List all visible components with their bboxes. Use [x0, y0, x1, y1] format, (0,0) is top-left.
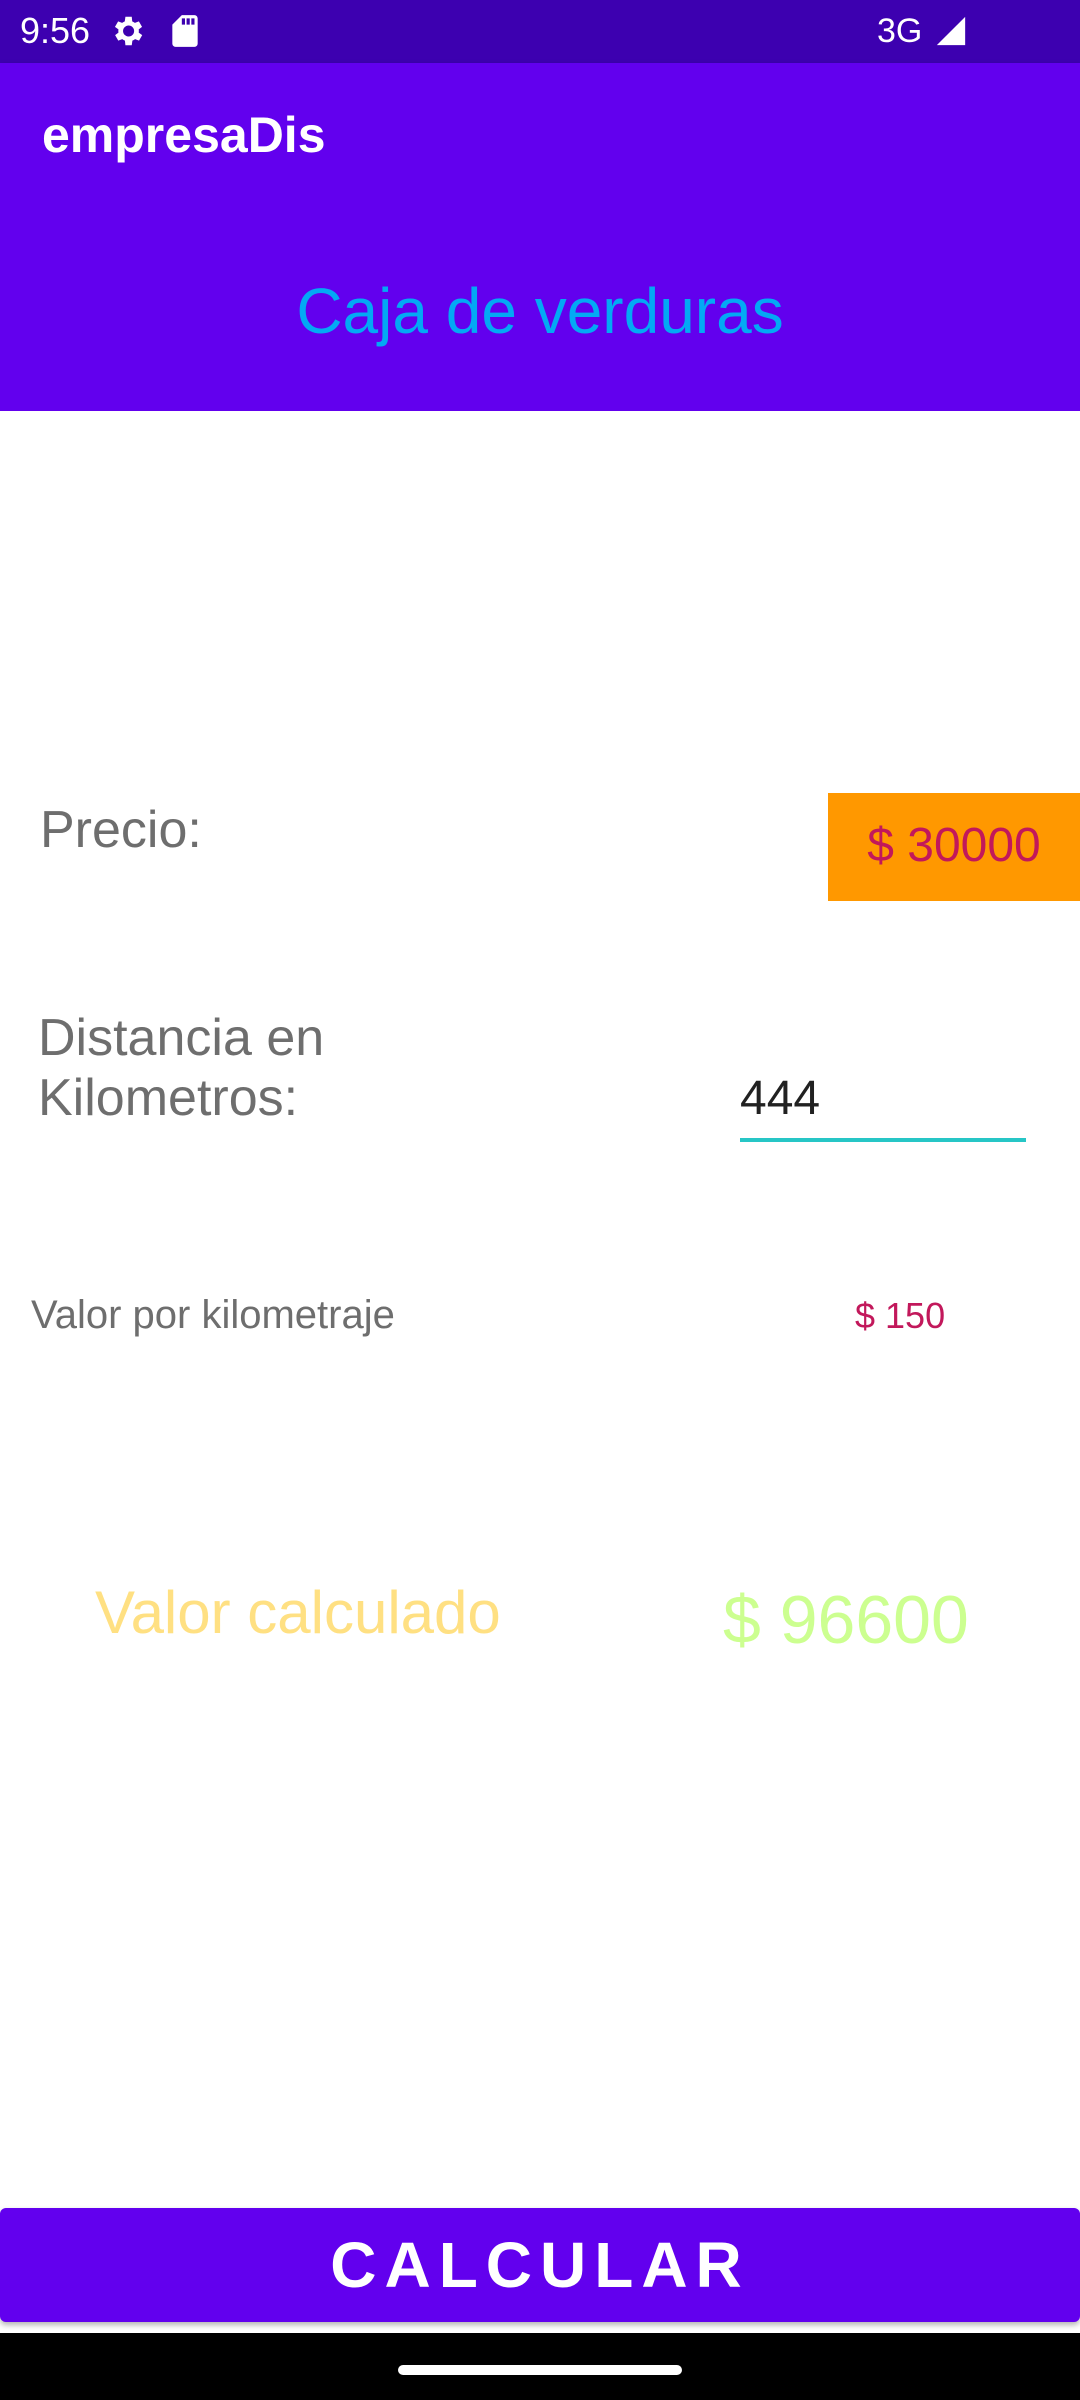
calculated-value: $ 96600	[723, 1582, 969, 1658]
network-type: 3G	[877, 12, 923, 50]
distance-label-line1: Distancia en	[38, 1009, 325, 1067]
price-label: Precio:	[40, 801, 202, 859]
signal-icon	[934, 14, 972, 52]
app-bar: empresaDis	[0, 63, 1080, 207]
settings-icon	[108, 12, 146, 50]
distance-input[interactable]	[740, 1058, 1026, 1142]
price-badge: $ 30000	[828, 793, 1080, 901]
distance-label: Distancia en Kilometros:	[38, 1008, 324, 1128]
status-bar: 9:56 3G	[0, 0, 1080, 63]
navigation-bar	[0, 2333, 1080, 2400]
app-title: empresaDis	[42, 107, 326, 163]
page-title: Caja de verduras	[296, 275, 784, 347]
sd-card-icon	[166, 12, 204, 50]
distance-label-line2: Kilometros:	[38, 1069, 299, 1127]
header-band: Caja de verduras	[0, 207, 1080, 411]
home-gesture-handle[interactable]	[398, 2365, 682, 2375]
rate-label: Valor por kilometraje	[31, 1293, 395, 1337]
status-time: 9:56	[20, 10, 91, 51]
calculate-button[interactable]: CALCULAR	[0, 2208, 1080, 2322]
price-value: $ 30000	[867, 819, 1041, 872]
calculated-label: Valor calculado	[95, 1579, 501, 1646]
rate-value: $ 150	[855, 1295, 946, 1336]
